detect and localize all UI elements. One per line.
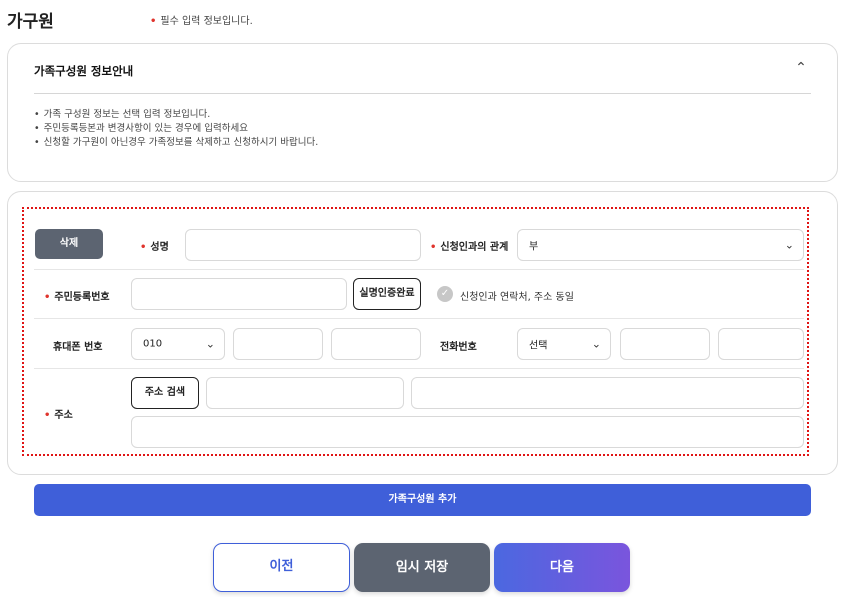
- info-item: 가족 구성원 정보는 선택 입력 정보입니다.: [34, 108, 318, 122]
- address-input[interactable]: [411, 377, 804, 409]
- check-circle-icon[interactable]: ✓: [437, 286, 453, 302]
- rrn-label: • 주민등록번호: [44, 292, 110, 303]
- rrn-input[interactable]: [131, 278, 347, 310]
- temp-save-button[interactable]: 임시 저장: [354, 543, 490, 592]
- chevron-down-icon: ⌄: [591, 337, 601, 351]
- required-note: • 필수 입력 정보입니다.: [150, 12, 253, 27]
- phone-mid-input[interactable]: [620, 328, 710, 360]
- info-title: 가족구성원 정보안내: [34, 64, 134, 78]
- required-dot-icon: •: [430, 242, 437, 253]
- row-divider: [34, 269, 804, 270]
- add-family-member-button[interactable]: 가족구성원 추가: [34, 484, 811, 516]
- phone-area-select[interactable]: 선택 ⌄: [517, 328, 611, 360]
- relation-label: • 신청인과의 관계: [430, 242, 509, 253]
- mobile-prefix-select[interactable]: 010 ⌄: [131, 328, 225, 360]
- mobile-prefix-value: 010: [143, 338, 163, 350]
- name-label: • 성명: [140, 242, 169, 253]
- info-list: 가족 구성원 정보는 선택 입력 정보입니다. 주민등록등본과 변경사항이 있는…: [34, 108, 319, 150]
- phone-label: 전화번호: [440, 342, 477, 353]
- name-input[interactable]: [185, 229, 421, 261]
- chevron-down-icon: ⌄: [205, 337, 215, 351]
- chevron-down-icon: ⌄: [784, 238, 794, 252]
- phone-area-value: 선택: [529, 340, 548, 352]
- mobile-last-input[interactable]: [331, 328, 421, 360]
- relation-value: 부: [529, 241, 539, 253]
- address-label: • 주소: [44, 410, 73, 421]
- required-dot-icon: •: [140, 242, 147, 253]
- mobile-mid-input[interactable]: [233, 328, 323, 360]
- address-detail-input[interactable]: [131, 416, 804, 448]
- required-dot-icon: •: [44, 292, 51, 303]
- required-note-text: 필수 입력 정보입니다.: [160, 16, 253, 27]
- next-button[interactable]: 다음: [494, 543, 630, 592]
- relation-select[interactable]: 부 ⌄: [517, 229, 804, 261]
- prev-button[interactable]: 이전: [213, 543, 350, 592]
- chevron-up-icon[interactable]: ⌃: [791, 60, 811, 78]
- same-as-applicant-label: 신청인과 연락처, 주소 동일: [460, 292, 574, 303]
- info-divider: [34, 93, 811, 94]
- verify-button[interactable]: 실명인증완료: [353, 278, 421, 310]
- row-divider: [34, 318, 804, 319]
- address-search-button[interactable]: 주소 검색: [131, 377, 199, 409]
- mobile-label: 휴대폰 번호: [53, 342, 103, 353]
- info-item: 주민등록등본과 변경사항이 있는 경우에 입력하세요: [34, 122, 318, 136]
- page-title: 가구원: [7, 12, 54, 32]
- required-dot-icon: •: [150, 16, 157, 27]
- delete-button[interactable]: 삭제: [35, 229, 103, 259]
- phone-last-input[interactable]: [718, 328, 804, 360]
- info-item: 신청할 가구원이 아닌경우 가족정보를 삭제하고 신청하시기 바랍니다.: [34, 136, 319, 150]
- required-dot-icon: •: [44, 410, 51, 421]
- row-divider: [34, 368, 804, 369]
- zipcode-input[interactable]: [206, 377, 404, 409]
